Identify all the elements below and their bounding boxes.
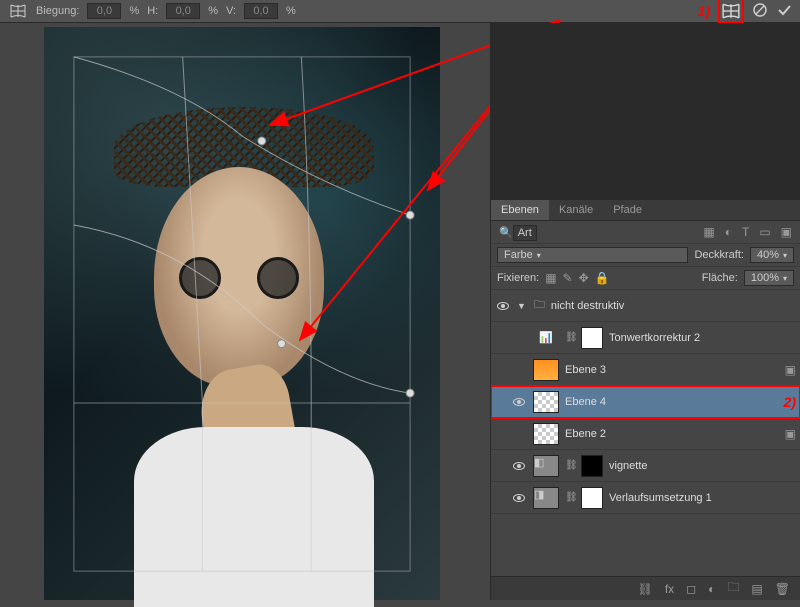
blend-row: Farbe▾ Deckkraft: 40%▾ (491, 244, 800, 267)
lock-pixels-icon[interactable]: ✎ (563, 271, 573, 285)
layer-menu-icon[interactable]: ▣ (785, 363, 796, 377)
link-icon: ⛓ (565, 460, 575, 471)
warp-mode-button-highlight (718, 0, 744, 24)
layer-ebene2[interactable]: Ebene 2 ▣ (491, 418, 800, 450)
biegung-field[interactable]: 0,0 (87, 3, 121, 19)
layer-tonwert[interactable]: 📊 ⛓ Tonwertkorrektur 2 (491, 322, 800, 354)
fill-dropdown[interactable]: 100%▾ (744, 270, 794, 286)
layer-panel-footer: ⛓ fx ◻ ◐ 🗀 ▤ 🗑 (491, 576, 800, 600)
visibility-toggle[interactable] (511, 330, 527, 346)
filter-pixel-icon[interactable]: ▦ (703, 225, 714, 239)
visibility-toggle[interactable] (511, 490, 527, 506)
lock-position-icon[interactable]: ✥ (579, 271, 589, 285)
commit-icon[interactable] (776, 2, 792, 21)
layer-verlauf[interactable]: ◨ ⛓ Verlaufsumsetzung 1 (491, 482, 800, 514)
link-icon: ⛓ (565, 492, 575, 503)
pct-1: % (129, 5, 139, 17)
layer-filter-search[interactable]: Art (513, 225, 537, 241)
navigator-area (490, 23, 800, 203)
link-layers-icon[interactable]: ⛓ (638, 582, 653, 596)
toggle-warp-icon[interactable] (721, 1, 741, 21)
opacity-dropdown[interactable]: 40%▾ (750, 247, 794, 263)
filter-shape-icon[interactable]: ▭ (759, 225, 770, 239)
h-field[interactable]: 0,0 (166, 3, 200, 19)
layer-mask[interactable] (581, 487, 603, 509)
visibility-toggle[interactable] (511, 362, 527, 378)
fill-label: Fläche: (702, 272, 738, 284)
lock-label: Fixieren: (497, 272, 539, 284)
annotation-2: 2) (784, 394, 796, 410)
layer-mask[interactable] (581, 327, 603, 349)
new-group-icon[interactable]: 🗀 (727, 578, 739, 599)
layer-menu-icon[interactable]: ▣ (785, 427, 796, 441)
layer-mask[interactable] (581, 455, 603, 477)
layer-ebene3[interactable]: Ebene 3 ▣ (491, 354, 800, 386)
blend-mode-dropdown[interactable]: Farbe▾ (497, 247, 688, 263)
adjustment-icon[interactable]: ◨ (533, 487, 559, 509)
annotation-1: 1) (698, 3, 710, 19)
layer-folder[interactable]: ▼ 🗀 nicht destruktiv (491, 290, 800, 322)
layer-thumbnail[interactable] (533, 359, 559, 381)
panel-tabs: Ebenen Kanäle Pfade (491, 200, 800, 221)
layer-ebene4-selected[interactable]: Ebene 4 2) (491, 386, 800, 418)
h-label: H: (147, 5, 158, 17)
new-layer-icon[interactable]: ▤ (751, 582, 762, 596)
filter-adjust-icon[interactable]: ◐ (725, 225, 732, 239)
options-bar: Biegung: 0,0 % H: 0,0 % V: 0,0 % 1) (0, 0, 800, 23)
chevron-down-icon: ▾ (537, 251, 541, 260)
adjustment-icon[interactable]: ◧ (533, 455, 559, 477)
v-label: V: (226, 5, 236, 17)
link-icon: ⛓ (565, 332, 575, 343)
fx-icon[interactable]: fx (665, 582, 674, 596)
folder-collapse-icon[interactable]: ▼ (517, 301, 526, 311)
opacity-label: Deckkraft: (694, 249, 744, 261)
cancel-icon[interactable] (752, 2, 768, 21)
visibility-toggle[interactable] (511, 426, 527, 442)
portrait-image (104, 107, 384, 507)
tab-ebenen[interactable]: Ebenen (491, 200, 549, 220)
filter-smart-icon[interactable]: ▣ (781, 225, 792, 239)
lock-row: Fixieren: ▦ ✎ ✥ 🔒 Fläche: 100%▾ (491, 267, 800, 290)
pct-3: % (286, 5, 296, 17)
delete-layer-icon[interactable]: 🗑 (775, 582, 790, 596)
filter-type-icon[interactable]: T (742, 225, 749, 239)
layer-thumbnail[interactable] (533, 423, 559, 445)
layer-list: ▼ 🗀 nicht destruktiv 📊 ⛓ Tonwertkorrektu… (491, 290, 800, 570)
canvas[interactable] (44, 27, 440, 600)
pct-2: % (208, 5, 218, 17)
tab-pfade[interactable]: Pfade (603, 200, 652, 220)
visibility-toggle[interactable] (495, 298, 511, 314)
levels-icon: 📊 (533, 331, 559, 344)
layer-vignette[interactable]: ◧ ⛓ vignette (491, 450, 800, 482)
layers-panel: Ebenen Kanäle Pfade 🔍Art ▦ ◐ T ▭ ▣ Farbe… (490, 200, 800, 600)
visibility-toggle[interactable] (511, 458, 527, 474)
add-mask-icon[interactable]: ◻ (686, 582, 696, 596)
tab-kanaele[interactable]: Kanäle (549, 200, 603, 220)
layer-thumbnail[interactable] (533, 391, 559, 413)
new-adjustment-icon[interactable]: ◐ (708, 582, 715, 596)
lock-transparent-icon[interactable]: ▦ (545, 271, 556, 285)
filter-row: 🔍Art ▦ ◐ T ▭ ▣ (491, 221, 800, 244)
lock-all-icon[interactable]: 🔒 (595, 271, 610, 285)
v-field[interactable]: 0,0 (244, 3, 278, 19)
biegung-label: Biegung: (36, 5, 79, 17)
warp-tool-icon (8, 1, 28, 21)
folder-icon: 🗀 (534, 296, 545, 315)
visibility-toggle[interactable] (511, 394, 527, 410)
